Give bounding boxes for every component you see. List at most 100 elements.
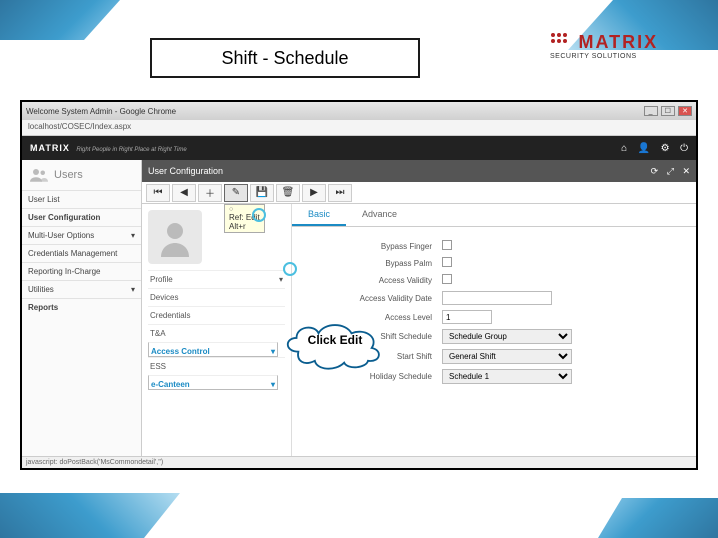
left-section-label: ESS [150,362,166,371]
sidebar-item-label: User Configuration [28,213,100,222]
panel-left-column: Profile ▾ Devices Credentials T&A Access … [142,204,292,456]
callout-cloud: Click Edit [280,315,390,370]
sidebar-item-user-list[interactable]: User List [22,190,141,208]
tooltip-line: Alt+r [229,222,260,231]
label-bypass-palm: Bypass Palm [322,259,442,268]
left-section-label: Profile [150,275,173,284]
row-access-validity-date: Access Validity Date [322,291,682,305]
home-icon[interactable]: ⌂ [621,143,627,154]
address-bar[interactable]: localhost/COSEC/Index.aspx [22,120,696,136]
browser-window: Welcome System Admin - Google Chrome _ ☐… [20,100,698,470]
sidebar-item-reports[interactable]: Reports [22,298,141,316]
left-section-ess[interactable]: ESS [148,357,285,375]
left-section-label: Access Control [151,347,210,352]
sidebar-item-reporting-in-charge[interactable]: Reporting In-Charge [22,262,141,280]
accent-top-left [0,0,120,40]
toolbar: ⏮ ◀ ＋ ✎ 💾 🗑 ▶ ⏭ ○ Ref: Edit Alt+r [142,182,696,204]
logo-brand: MATRIX [578,32,658,52]
sidebar: Users User List User Configuration Multi… [22,160,142,456]
slide-title: Shift - Schedule [221,48,348,69]
logo-tagline: SECURITY SOLUTIONS [550,53,680,60]
logo-dots-icon [550,32,574,53]
label-access-validity-date: Access Validity Date [322,294,442,303]
panel-expand-icon[interactable]: ⤢ [667,166,674,176]
add-button[interactable]: ＋ [198,184,222,202]
left-section-tna[interactable]: T&A [148,324,285,342]
first-button[interactable]: ⏮ [146,184,170,202]
sidebar-item-label: Reports [28,303,58,312]
accent-bottom-right [598,498,718,538]
maximize-button[interactable]: ☐ [661,106,675,116]
app-header: MATRIX Right People in Right Place at Ri… [22,136,696,160]
minimize-button[interactable]: _ [644,106,658,116]
sidebar-item-label: Credentials Management [28,249,117,258]
input-access-validity-date[interactable] [442,291,552,305]
browser-title: Welcome System Admin - Google Chrome [26,107,176,116]
left-section-label: e-Canteen [151,380,190,385]
left-section-label: Credentials [150,311,190,320]
sidebar-item-credentials-management[interactable]: Credentials Management [22,244,141,262]
checkbox-bypass-finger[interactable] [442,240,452,250]
checkbox-bypass-palm[interactable] [442,257,452,267]
accent-bottom-left [0,493,180,538]
gear-icon[interactable]: ⚙ [661,143,670,154]
select-holiday-schedule[interactable]: Schedule 1 [442,369,572,384]
users-icon [30,168,48,182]
chevron-down-icon: ▾ [131,231,135,240]
avatar-icon [155,217,195,257]
label-bypass-finger: Bypass Finger [322,242,442,251]
callout-text: Click Edit [280,333,390,347]
matrix-logo: MATRIX SECURITY SOLUTIONS [550,32,680,60]
tab-label: Advance [362,209,397,219]
tab-basic[interactable]: Basic [292,204,346,226]
checkbox-access-validity[interactable] [442,274,452,284]
pointer-circle [252,208,266,222]
row-holiday-schedule: Holiday Schedule Schedule 1 [322,369,682,384]
delete-button[interactable]: 🗑 [276,184,300,202]
chevron-down-icon: ▾ [131,285,135,294]
left-section-label: T&A [150,329,166,338]
sidebar-header[interactable]: Users [22,160,141,190]
url-text: localhost/COSEC/Index.aspx [28,122,131,131]
label-holiday-schedule: Holiday Schedule [322,372,442,381]
chevron-down-icon: ▾ [279,275,283,284]
left-section-devices[interactable]: Devices [148,288,285,306]
select-shift-schedule[interactable]: Schedule Group [442,329,572,344]
row-access-validity: Access Validity [322,274,682,286]
prev-button[interactable]: ◀ [172,184,196,202]
panel-refresh-icon[interactable]: ⟳ [651,166,659,176]
main-panel: User Configuration ⟳ ⤢ ✕ ⏮ ◀ ＋ ✎ 💾 🗑 ▶ ⏭… [142,160,696,456]
form-area: Bypass Finger Bypass Palm Access Validit… [292,227,696,397]
user-avatar[interactable] [148,210,202,264]
close-button[interactable]: ✕ [678,106,692,116]
header-icons: ⌂ 👤 ⚙ ⏻ [613,143,688,154]
user-icon[interactable]: 👤 [638,143,650,154]
left-section-profile[interactable]: Profile ▾ [148,270,285,288]
app-body: Users User List User Configuration Multi… [22,160,696,456]
next-button[interactable]: ▶ [302,184,326,202]
row-bypass-palm: Bypass Palm [322,257,682,269]
window-controls: _ ☐ ✕ [643,106,692,116]
last-button[interactable]: ⏭ [328,184,352,202]
chevron-down-icon: ▾ [271,347,275,352]
sidebar-item-utilities[interactable]: Utilities▾ [22,280,141,298]
left-section-credentials[interactable]: Credentials [148,306,285,324]
sidebar-item-multi-user-options[interactable]: Multi-User Options▾ [22,226,141,244]
edit-button[interactable]: ✎ [224,184,248,202]
row-bypass-finger: Bypass Finger [322,240,682,252]
left-section-access-control[interactable]: Access Control ▾ [148,342,278,357]
save-button[interactable]: 💾 [250,184,274,202]
tab-advance[interactable]: Advance [346,204,413,226]
panel-close-icon[interactable]: ✕ [682,166,690,176]
select-start-shift[interactable]: General Shift [442,349,572,364]
sidebar-item-user-configuration[interactable]: User Configuration [22,208,141,226]
input-access-level[interactable] [442,310,492,324]
logout-icon[interactable]: ⏻ [680,143,688,154]
panel-header: User Configuration ⟳ ⤢ ✕ [142,160,696,182]
panel-body: Profile ▾ Devices Credentials T&A Access … [142,204,696,456]
tab-label: Basic [308,209,330,219]
sidebar-header-label: Users [54,169,83,181]
label-access-validity: Access Validity [322,276,442,285]
left-section-ecanteen[interactable]: e-Canteen▾ [148,375,278,390]
status-bar: javascript: doPostBack('MsCommondetail',… [22,456,696,468]
